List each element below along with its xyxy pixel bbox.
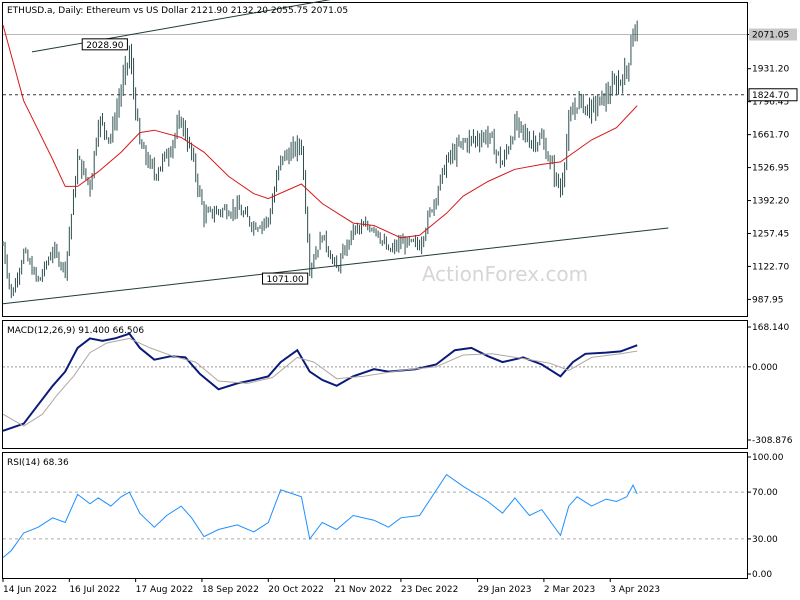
annotation-label: 1071.00 <box>267 275 304 285</box>
x-tick-label: 2 Mar 2023 <box>544 585 595 595</box>
annotation-label: 2028.90 <box>86 41 123 51</box>
chart-background <box>0 0 800 600</box>
price-tick-label: 987.95 <box>752 295 784 305</box>
macd-tick-label: 168.140 <box>752 323 789 333</box>
x-tick-label: 3 Apr 2023 <box>610 585 660 595</box>
rsi-tick-label: 0.00 <box>752 570 772 580</box>
macd-panel-title: MACD(12,26,9) 91.400 66.506 <box>7 326 144 336</box>
rsi-tick-label: 100.00 <box>752 453 784 463</box>
level-tag-label: 1824.70 <box>752 91 789 101</box>
rsi-panel-title: RSI(14) 68.36 <box>7 458 69 468</box>
ethusd-chart: ActionForex.com 2028.90 1071.00 2071.05 19… <box>0 0 800 600</box>
x-tick-label: 17 Aug 2022 <box>136 585 194 595</box>
price-tick-label: 1931.20 <box>752 65 789 75</box>
price-panel-title: ETHUSD.a, Daily: Ethereum vs US Dollar 2… <box>7 6 348 16</box>
x-tick-label: 16 Jul 2022 <box>69 585 120 595</box>
price-tick-label: 1257.45 <box>752 229 789 239</box>
price-tick-label: 2071.05 <box>752 31 789 41</box>
price-tick-label: 1661.70 <box>752 131 789 141</box>
price-tick-label: 1122.70 <box>752 262 789 272</box>
price-tick-label: 1526.95 <box>752 164 789 174</box>
watermark: ActionForex.com <box>422 262 588 286</box>
macd-tick-label: -308.876 <box>752 436 793 446</box>
macd-tick-label: 0.000 <box>752 363 778 373</box>
rsi-tick-label: 70.00 <box>752 488 778 498</box>
x-tick-label: 14 Jun 2022 <box>3 585 57 595</box>
x-tick-label: 23 Dec 2022 <box>401 585 459 595</box>
x-tick-label: 29 Jan 2023 <box>478 585 532 595</box>
x-tick-label: 20 Oct 2022 <box>268 585 324 595</box>
price-tick-label: 1392.20 <box>752 197 789 207</box>
rsi-tick-label: 30.00 <box>752 535 778 545</box>
x-tick-label: 18 Sep 2022 <box>202 585 259 595</box>
x-tick-label: 21 Nov 2022 <box>335 585 393 595</box>
